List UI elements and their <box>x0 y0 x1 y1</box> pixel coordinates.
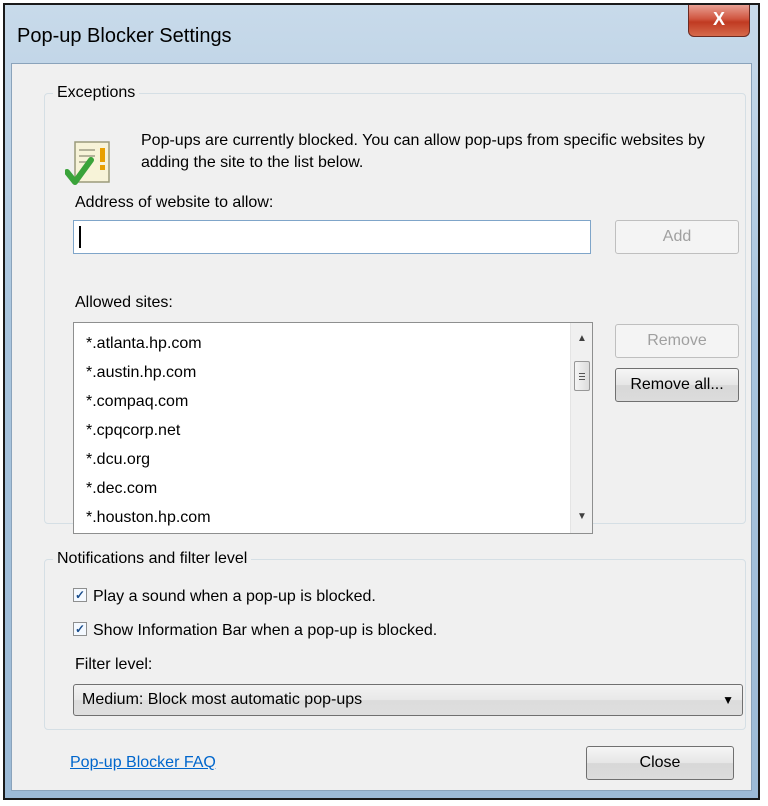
exceptions-legend: Exceptions <box>57 84 136 101</box>
show-info-bar-label: Show Information Bar when a pop-up is bl… <box>93 622 438 639</box>
window-close-button[interactable]: X <box>688 5 750 37</box>
exceptions-group: Exceptions Pop-ups are currently blocked… <box>44 84 746 534</box>
dialog-window: Pop-up Blocker Settings X Exceptions Pop… <box>3 3 760 800</box>
address-label: Address of website to allow: <box>75 194 274 211</box>
filter-level-select[interactable]: Medium: Block most automatic pop-ups ▼ <box>73 684 743 716</box>
chevron-down-icon: ▼ <box>722 693 734 707</box>
title-bar[interactable]: Pop-up Blocker Settings X <box>5 5 758 69</box>
filter-level-label: Filter level: <box>75 656 153 673</box>
close-icon: X <box>712 9 725 29</box>
scroll-down-arrow-icon[interactable]: ▼ <box>571 507 592 527</box>
address-input[interactable] <box>73 220 591 254</box>
list-item[interactable]: *.compaq.com <box>74 387 592 416</box>
play-sound-label: Play a sound when a pop-up is blocked. <box>93 588 376 605</box>
play-sound-option[interactable]: ✓ Play a sound when a pop-up is blocked. <box>73 586 376 608</box>
show-info-bar-checkbox[interactable]: ✓ <box>73 621 87 636</box>
info-message: Pop-ups are currently blocked. You can a… <box>141 132 705 171</box>
list-item[interactable]: *.austin.hp.com <box>74 358 592 387</box>
notifications-legend: Notifications and filter level <box>57 550 248 567</box>
shield-check-icon <box>65 141 110 185</box>
list-item[interactable]: *.atlanta.hp.com <box>74 329 592 358</box>
list-item[interactable]: *.dec.com <box>74 474 592 503</box>
list-scrollbar[interactable]: ▲ ▼ <box>570 323 592 533</box>
list-item[interactable]: *.dcu.org <box>74 445 592 474</box>
filter-level-value: Medium: Block most automatic pop-ups <box>82 691 363 708</box>
scroll-up-arrow-icon[interactable]: ▲ <box>571 329 592 349</box>
list-item[interactable]: *.houston.hp.com <box>74 503 592 532</box>
list-item[interactable]: *.cpqcorp.net <box>74 416 592 445</box>
text-caret <box>79 226 81 248</box>
show-info-bar-option[interactable]: ✓ Show Information Bar when a pop-up is b… <box>73 620 437 642</box>
add-button[interactable]: Add <box>615 220 739 254</box>
allowed-sites-list[interactable]: *.atlanta.hp.com *.austin.hp.com *.compa… <box>73 322 593 534</box>
remove-button[interactable]: Remove <box>615 324 739 358</box>
close-button[interactable]: Close <box>586 746 734 780</box>
play-sound-checkbox[interactable]: ✓ <box>73 587 87 602</box>
faq-link[interactable]: Pop-up Blocker FAQ <box>70 754 216 772</box>
allowed-sites-label: Allowed sites: <box>75 294 173 311</box>
scrollbar-thumb[interactable] <box>574 361 590 391</box>
notifications-group: Notifications and filter level ✓ Play a s… <box>44 550 746 730</box>
window-title: Pop-up Blocker Settings <box>17 25 232 47</box>
dialog-body: Exceptions Pop-ups are currently blocked… <box>11 63 752 791</box>
remove-all-button[interactable]: Remove all... <box>615 368 739 402</box>
